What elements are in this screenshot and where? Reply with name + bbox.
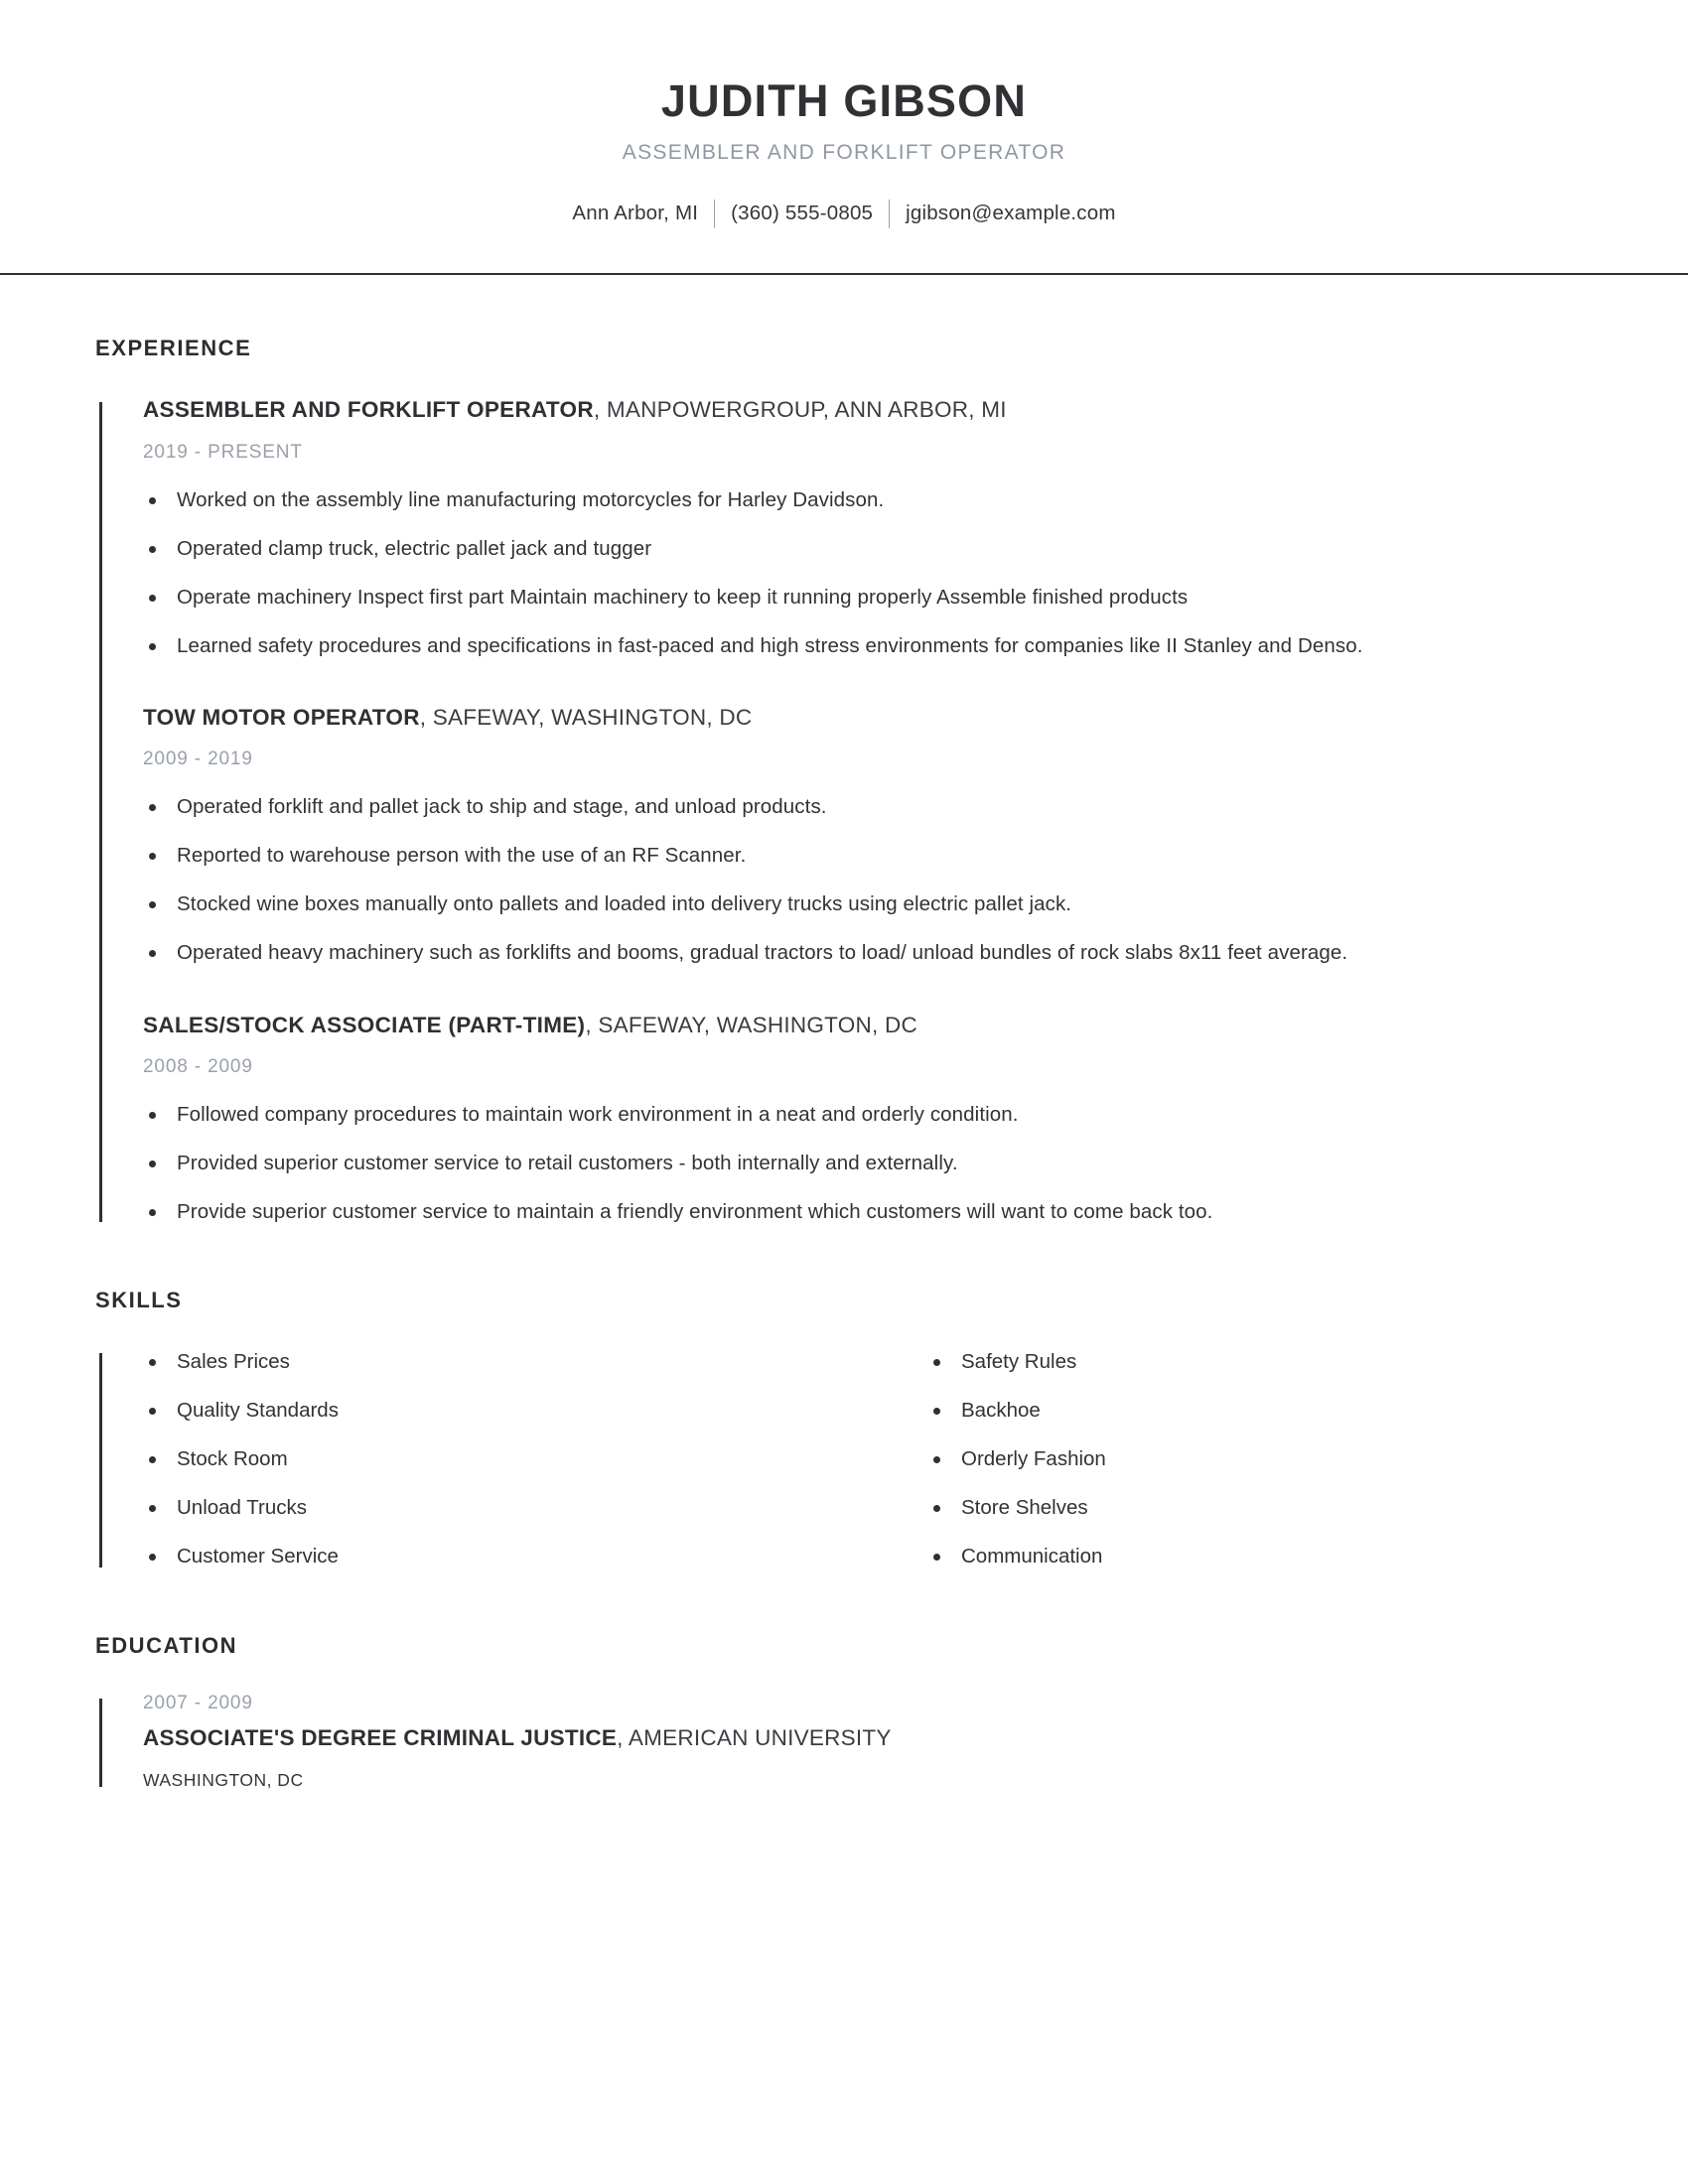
education-heading: ASSOCIATE'S DEGREE CRIMINAL JUSTICE, AME… (143, 1724, 1593, 1752)
education-item: 2007 - 2009 ASSOCIATE'S DEGREE CRIMINAL … (143, 1693, 1593, 1791)
education-section-title: EDUCATION (95, 1632, 238, 1658)
skills-section-title: SKILLS (95, 1288, 183, 1313)
skill-item: Quality Standards (143, 1396, 868, 1425)
job-bullets: Followed company procedures to maintain … (143, 1100, 1593, 1226)
experience-section: EXPERIENCE ASSEMBLER AND FORKLIFT OPERAT… (95, 336, 1593, 1226)
job-bullet: Worked on the assembly line manufacturin… (143, 485, 1593, 514)
job-bullet: Operated heavy machinery such as forklif… (143, 938, 1593, 967)
header-divider (0, 273, 1688, 276)
job-bullet: Operate machinery Inspect first part Mai… (143, 583, 1593, 612)
skill-item: Communication (927, 1542, 1593, 1570)
contact-line: Ann Arbor, MI (360) 555-0805 jgibson@exa… (0, 199, 1688, 229)
skill-item: Unload Trucks (143, 1493, 868, 1522)
skills-section: SKILLS Sales Prices Quality Standards St… (95, 1288, 1593, 1571)
contact-location: Ann Arbor, MI (572, 201, 699, 224)
job-bullet: Operated forklift and pallet jack to shi… (143, 792, 1593, 821)
contact-email[interactable]: jgibson@example.com (890, 201, 1131, 227)
job-bullet: Reported to warehouse person with the us… (143, 841, 1593, 870)
job-role: TOW MOTOR OPERATOR (143, 705, 420, 730)
skills-column-left: Sales Prices Quality Standards Stock Roo… (143, 1347, 868, 1571)
education-location: WASHINGTON, DC (143, 1769, 304, 1790)
job-bullet: Stocked wine boxes manually onto pallets… (143, 889, 1593, 918)
experience-item: TOW MOTOR OPERATOR, SAFEWAY, WASHINGTON,… (143, 704, 1593, 968)
job-org: , SAFEWAY, WASHINGTON, DC (419, 705, 753, 730)
education-dates: 2007 - 2009 (143, 1692, 253, 1713)
job-bullet: Provide superior customer service to mai… (143, 1197, 1593, 1226)
job-heading: SALES/STOCK ASSOCIATE (PART-TIME), SAFEW… (143, 1012, 1593, 1039)
skill-item: Safety Rules (927, 1347, 1593, 1376)
candidate-name: JUDITH GIBSON (660, 75, 1028, 126)
contact-separator-icon (889, 200, 891, 229)
job-bullet: Provided superior customer service to re… (143, 1149, 1593, 1177)
experience-item: SALES/STOCK ASSOCIATE (PART-TIME), SAFEW… (143, 1012, 1593, 1226)
experience-section-title: EXPERIENCE (95, 336, 252, 361)
job-bullets: Operated forklift and pallet jack to shi… (143, 792, 1593, 967)
job-dates: 2019 - PRESENT (143, 441, 303, 463)
job-bullets: Worked on the assembly line manufacturin… (143, 485, 1593, 660)
resume-body: EXPERIENCE ASSEMBLER AND FORKLIFT OPERAT… (0, 336, 1688, 1790)
skills-grid: Sales Prices Quality Standards Stock Roo… (143, 1347, 1593, 1571)
job-heading: TOW MOTOR OPERATOR, SAFEWAY, WASHINGTON,… (143, 704, 1593, 732)
job-dates: 2009 - 2019 (143, 749, 253, 770)
experience-rail: ASSEMBLER AND FORKLIFT OPERATOR, MANPOWE… (95, 396, 1593, 1226)
job-heading: ASSEMBLER AND FORKLIFT OPERATOR, MANPOWE… (143, 396, 1593, 424)
job-bullet: Learned safety procedures and specificat… (143, 631, 1593, 660)
candidate-headline: ASSEMBLER AND FORKLIFT OPERATOR (622, 141, 1066, 165)
skills-column-right: Safety Rules Backhoe Orderly Fashion Sto… (868, 1347, 1593, 1571)
job-bullet: Operated clamp truck, electric pallet ja… (143, 534, 1593, 563)
contact-separator-icon (714, 200, 716, 229)
skill-item: Orderly Fashion (927, 1444, 1593, 1473)
skills-rail: Sales Prices Quality Standards Stock Roo… (95, 1347, 1593, 1571)
education-section: EDUCATION 2007 - 2009 ASSOCIATE'S DEGREE… (95, 1633, 1593, 1791)
job-role: SALES/STOCK ASSOCIATE (PART-TIME) (143, 1012, 586, 1037)
job-role: ASSEMBLER AND FORKLIFT OPERATOR (143, 397, 594, 423)
resume-header: JUDITH GIBSON ASSEMBLER AND FORKLIFT OPE… (0, 0, 1688, 276)
skill-item: Store Shelves (927, 1493, 1593, 1522)
education-degree: ASSOCIATE'S DEGREE CRIMINAL JUSTICE (143, 1724, 618, 1750)
education-school: , AMERICAN UNIVERSITY (617, 1724, 892, 1750)
skill-item: Sales Prices (143, 1347, 868, 1376)
experience-item: ASSEMBLER AND FORKLIFT OPERATOR, MANPOWE… (143, 396, 1593, 660)
job-bullet: Followed company procedures to maintain … (143, 1100, 1593, 1129)
skill-item: Backhoe (927, 1396, 1593, 1425)
contact-phone[interactable]: (360) 555-0805 (715, 201, 889, 227)
skill-item: Customer Service (143, 1542, 868, 1570)
skill-item: Stock Room (143, 1444, 868, 1473)
job-org: , MANPOWERGROUP, ANN ARBOR, MI (593, 397, 1007, 423)
education-rail: 2007 - 2009 ASSOCIATE'S DEGREE CRIMINAL … (95, 1693, 1593, 1791)
job-org: , SAFEWAY, WASHINGTON, DC (585, 1012, 917, 1037)
resume-page: JUDITH GIBSON ASSEMBLER AND FORKLIFT OPE… (0, 0, 1688, 2184)
job-dates: 2008 - 2009 (143, 1055, 253, 1077)
